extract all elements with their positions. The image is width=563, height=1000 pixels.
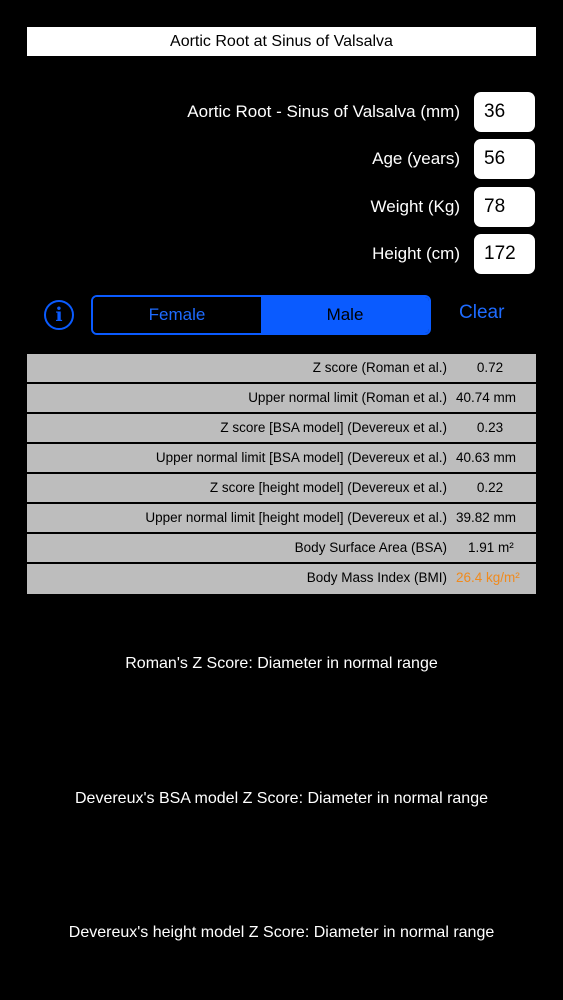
result-row: Body Mass Index (BMI) 26.4 kg/m² — [27, 564, 536, 594]
height-row: Height (cm) 172 — [0, 234, 563, 274]
sex-segmented-control: Female Male — [91, 295, 431, 335]
male-segment[interactable]: Male — [261, 297, 429, 333]
weight-label: Weight (Kg) — [370, 197, 460, 216]
weight-input[interactable]: 78 — [474, 187, 535, 227]
result-row: Z score [BSA model] (Devereux et al.) 0.… — [27, 414, 536, 444]
result-row: Upper normal limit [BSA model] (Devereux… — [27, 444, 536, 474]
result-row: Z score (Roman et al.) 0.72 — [27, 354, 536, 384]
aortic-root-label: Aortic Root - Sinus of Valsalva (mm) — [187, 102, 460, 121]
weight-row: Weight (Kg) 78 — [0, 187, 563, 227]
height-label: Height (cm) — [372, 244, 460, 263]
result-value: 0.22 — [476, 480, 504, 495]
result-label: Z score [height model] (Devereux et al.) — [209, 480, 447, 495]
result-row: Upper normal limit (Roman et al.) 40.74 … — [27, 384, 536, 414]
result-label: Z score (Roman et al.) — [312, 360, 447, 375]
result-label: Upper normal limit [height model] (Dever… — [145, 510, 447, 525]
result-row: Z score [height model] (Devereux et al.)… — [27, 474, 536, 504]
result-value: 40.63 mm — [456, 450, 517, 465]
result-value: 0.72 — [476, 360, 504, 375]
bmi-value: 26.4 kg/m² — [456, 570, 520, 585]
result-value: 1.91 m² — [468, 540, 514, 555]
aortic-root-row: Aortic Root - Sinus of Valsalva (mm) 36 — [0, 92, 563, 132]
result-label: Upper normal limit (Roman et al.) — [248, 390, 447, 405]
devereux-bsa-summary: Devereux's BSA model Z Score: Diameter i… — [74, 790, 488, 807]
result-label: Body Surface Area (BSA) — [294, 540, 447, 555]
clear-button[interactable]: Clear — [459, 302, 504, 324]
info-icon[interactable]: i — [44, 300, 74, 330]
result-label: Z score [BSA model] (Devereux et al.) — [220, 420, 447, 435]
result-value: 40.74 mm — [456, 390, 517, 405]
result-label: Upper normal limit [BSA model] (Devereux… — [155, 450, 447, 465]
height-input[interactable]: 172 — [474, 234, 535, 274]
age-input[interactable]: 56 — [474, 139, 535, 179]
results-table: Z score (Roman et al.) 0.72 Upper normal… — [27, 354, 536, 594]
devereux-height-summary: Devereux's height model Z Score: Diamete… — [68, 924, 495, 941]
roman-summary: Roman's Z Score: Diameter in normal rang… — [125, 655, 438, 672]
aortic-root-input[interactable]: 36 — [474, 92, 535, 132]
result-value: 39.82 mm — [456, 510, 517, 525]
result-row: Upper normal limit [height model] (Dever… — [27, 504, 536, 534]
page-title: Aortic Root at Sinus of Valsalva — [27, 27, 536, 56]
age-label: Age (years) — [372, 149, 460, 168]
result-row: Body Surface Area (BSA) 1.91 m² — [27, 534, 536, 564]
result-label: Body Mass Index (BMI) — [306, 570, 447, 585]
age-row: Age (years) 56 — [0, 139, 563, 179]
result-value: 0.23 — [476, 420, 504, 435]
female-segment[interactable]: Female — [93, 297, 261, 333]
